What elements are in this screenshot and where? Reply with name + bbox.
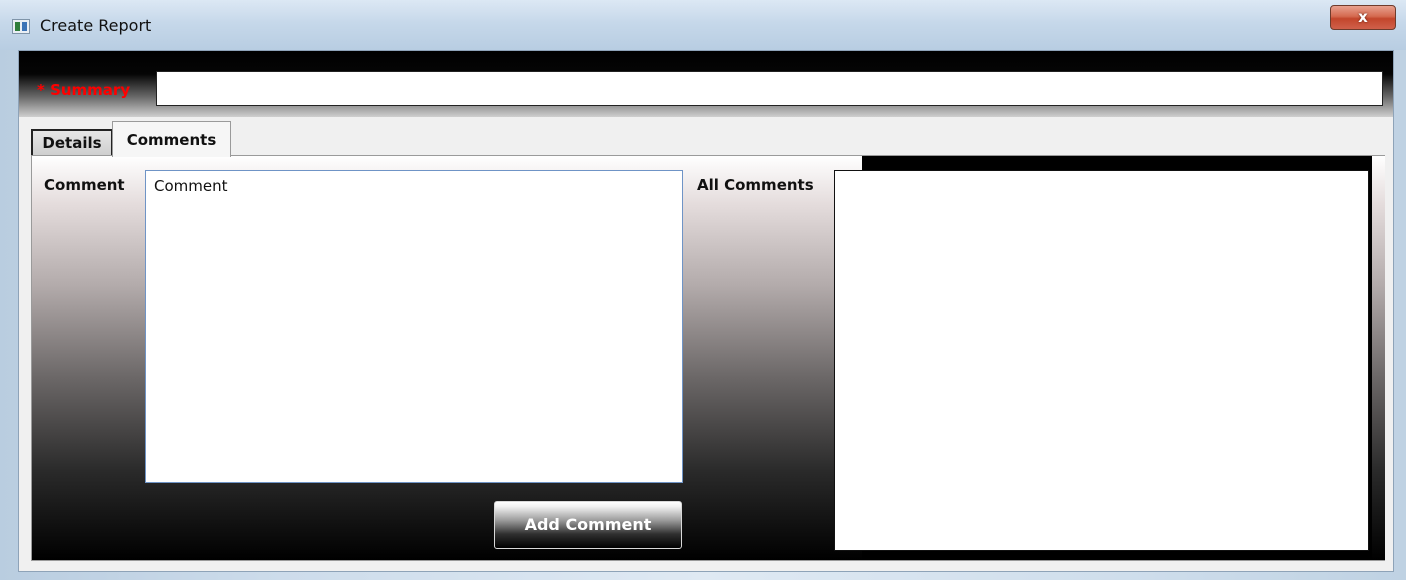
comment-textarea[interactable]: Comment	[145, 170, 683, 483]
all-comments-label: All Comments	[697, 176, 814, 194]
summary-band: * Summary	[19, 51, 1393, 117]
title-bar: Create Report x	[0, 0, 1406, 50]
comment-label: Comment	[44, 176, 125, 194]
add-comment-button[interactable]: Add Comment	[494, 501, 682, 549]
summary-label: * Summary	[37, 81, 131, 99]
close-icon[interactable]: x	[1358, 8, 1368, 26]
tab-details[interactable]: Details	[31, 129, 113, 155]
create-report-window: Create Report x * Summary Details Commen…	[0, 0, 1406, 580]
app-window-icon	[12, 19, 30, 34]
summary-input[interactable]	[156, 71, 1383, 106]
right-edge-background	[1372, 156, 1385, 560]
comments-tab-panel: Comment Comment Add Comment All Comments	[31, 155, 1385, 561]
dialog-client-area: * Summary Details Comments Comment Comme…	[18, 50, 1394, 572]
tab-comments-label: Comments	[126, 131, 217, 149]
close-button[interactable]: x	[1330, 5, 1396, 30]
all-comments-list[interactable]	[834, 170, 1369, 551]
tab-comments[interactable]: Comments	[112, 121, 231, 157]
window-title: Create Report	[40, 16, 152, 35]
tab-details-label: Details	[42, 134, 102, 152]
